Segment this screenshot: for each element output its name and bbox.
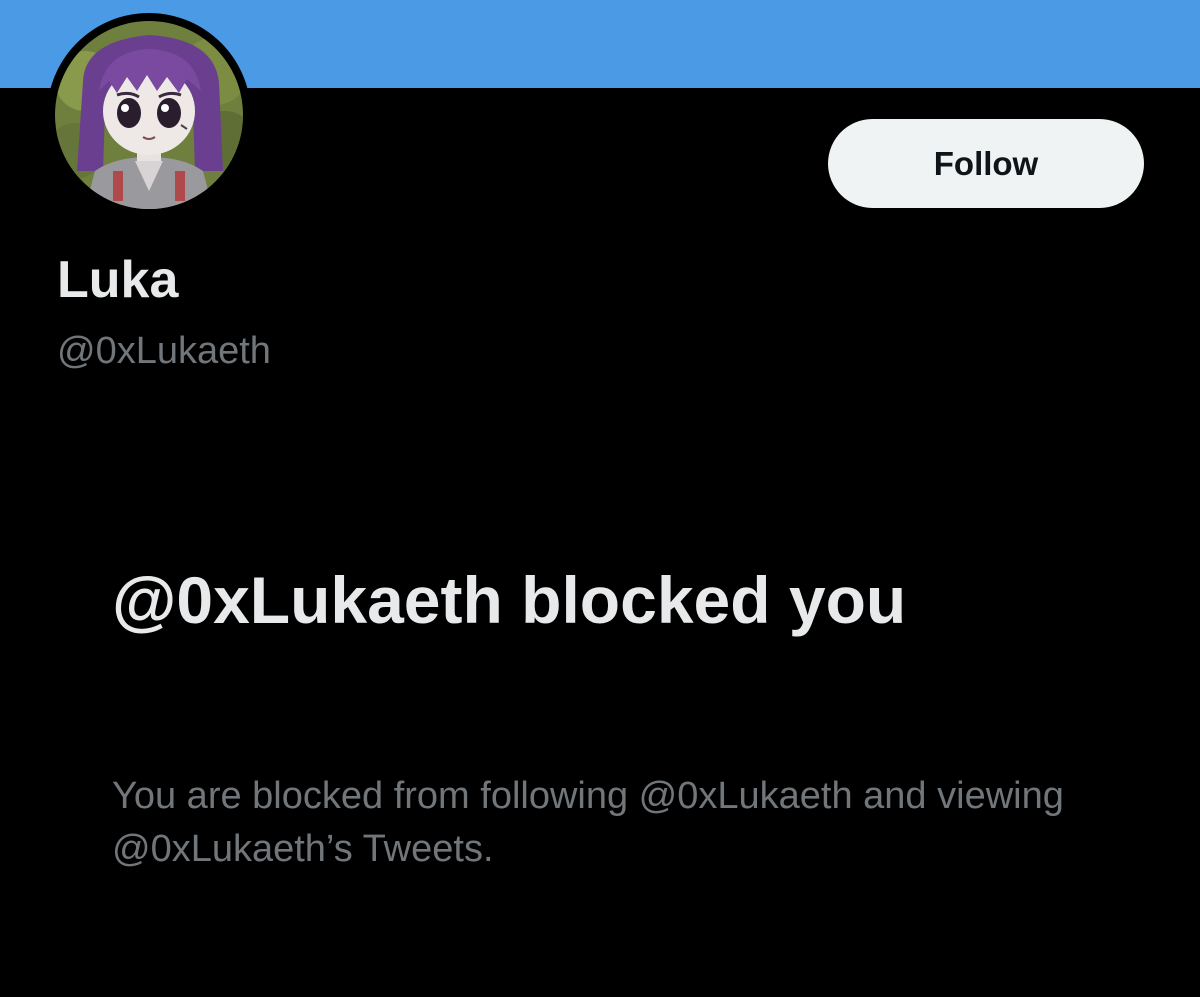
profile-display-name: Luka	[57, 251, 179, 309]
profile-handle: @0xLukaeth	[57, 330, 271, 372]
avatar-image	[55, 21, 243, 209]
avatar[interactable]	[55, 21, 243, 209]
avatar-ring	[47, 13, 251, 217]
blocked-title: @0xLukaeth blocked you	[112, 563, 907, 637]
follow-button[interactable]: Follow	[828, 119, 1144, 208]
blocked-description: You are blocked from following @0xLukaet…	[112, 775, 1064, 870]
